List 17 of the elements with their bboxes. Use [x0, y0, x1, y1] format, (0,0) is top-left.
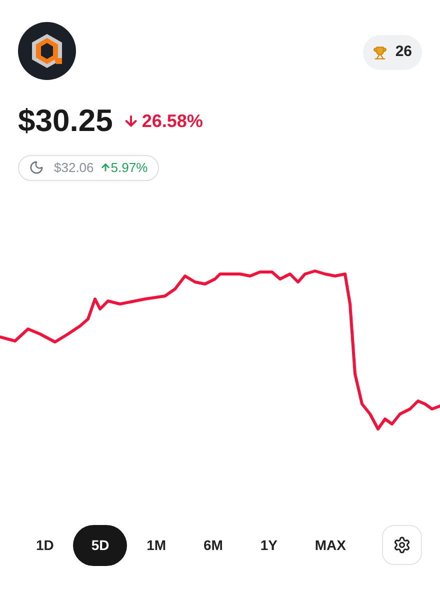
range-tab[interactable]: 1D: [18, 524, 72, 566]
after-hours-change: 5.97%: [110, 158, 148, 177]
logo-icon: [18, 22, 76, 80]
trophy-icon: [373, 46, 388, 60]
price-change: 26.58%: [142, 110, 203, 133]
after-hours-price: $32.06: [54, 158, 94, 177]
range-tab[interactable]: 6M: [185, 524, 241, 566]
settings-icon: [393, 536, 411, 554]
range-tab[interactable]: 1Y: [242, 524, 296, 566]
trophy-badge[interactable]: 26: [363, 35, 422, 70]
moon-icon: [29, 160, 44, 175]
range-tab[interactable]: 1M: [128, 524, 184, 566]
range-tab[interactable]: 5D: [73, 524, 128, 566]
price: $30.25: [18, 102, 113, 140]
settings-button[interactable]: [382, 525, 422, 565]
trophy-count: 26: [395, 42, 412, 62]
range-tab[interactable]: MAX: [296, 524, 364, 566]
